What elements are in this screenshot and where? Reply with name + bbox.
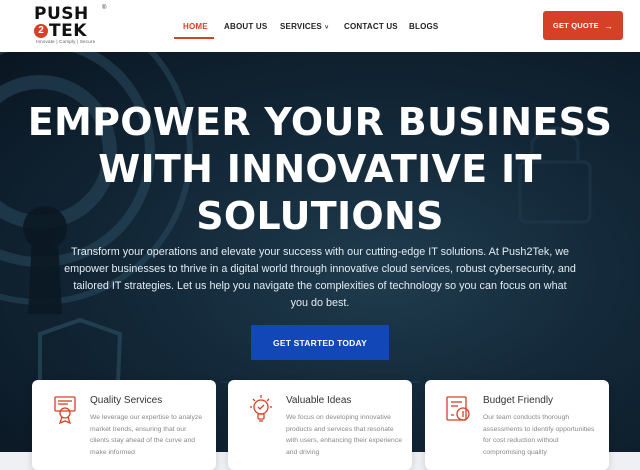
headline-line-2: WITH INNOVATIVE IT xyxy=(98,147,542,191)
nav-home[interactable]: HOME xyxy=(183,22,208,31)
arrow-right-icon: → xyxy=(603,20,614,31)
push2tek-logo[interactable]: PUSH 2 TEK Innovate | Comply | Secure ® xyxy=(34,5,110,46)
hero-subtext: Transform your operations and elevate yo… xyxy=(64,246,576,309)
nav-contact-us[interactable]: CONTACT US xyxy=(344,22,398,31)
card-text: We leverage our expertise to analyze mar… xyxy=(90,414,203,456)
get-quote-button[interactable]: GET QUOTE → xyxy=(543,11,623,40)
feature-card-quality: Quality Services We leverage our experti… xyxy=(32,380,216,470)
nav-blogs[interactable]: BLOGS xyxy=(409,22,438,31)
card-title: Valuable Ideas xyxy=(286,395,352,406)
nav-about-us[interactable]: ABOUT US xyxy=(224,22,267,31)
card-text: We focus on developing innovative produc… xyxy=(286,414,402,456)
budget-report-icon xyxy=(446,396,470,421)
chevron-down-icon: ˅ xyxy=(324,25,329,31)
feature-card-ideas: Valuable Ideas We focus on developing in… xyxy=(228,380,412,470)
nav-services[interactable]: SERVICES ˅ xyxy=(280,22,329,31)
get-started-button[interactable]: GET STARTED TODAY xyxy=(251,325,389,360)
card-title: Quality Services xyxy=(90,395,163,406)
logo-wordmark-bottom: TEK xyxy=(49,21,87,41)
feature-card-budget: Budget Friendly Our team conducts thorou… xyxy=(425,380,609,470)
registered-mark: ® xyxy=(102,5,107,11)
get-quote-label: GET QUOTE xyxy=(552,21,599,30)
site-header: PUSH 2 TEK Innovate | Comply | Secure ® … xyxy=(0,0,640,52)
headline-line-3: SOLUTIONS xyxy=(196,194,444,238)
logo-tagline: Innovate | Comply | Secure xyxy=(36,39,96,44)
logo-digit-badge: 2 xyxy=(34,24,48,38)
hero-headline: EMPOWER YOUR BUSINESS WITH INNOVATIVE IT… xyxy=(0,99,640,240)
nav-services-label: SERVICES xyxy=(280,22,322,31)
card-title: Budget Friendly xyxy=(483,395,554,406)
card-text: Our team conducts thorough assessments t… xyxy=(483,414,595,456)
active-nav-indicator xyxy=(174,37,214,39)
headline-line-1: EMPOWER YOUR BUSINESS xyxy=(27,100,613,144)
lightbulb-icon xyxy=(250,395,272,422)
award-icon xyxy=(54,396,76,424)
